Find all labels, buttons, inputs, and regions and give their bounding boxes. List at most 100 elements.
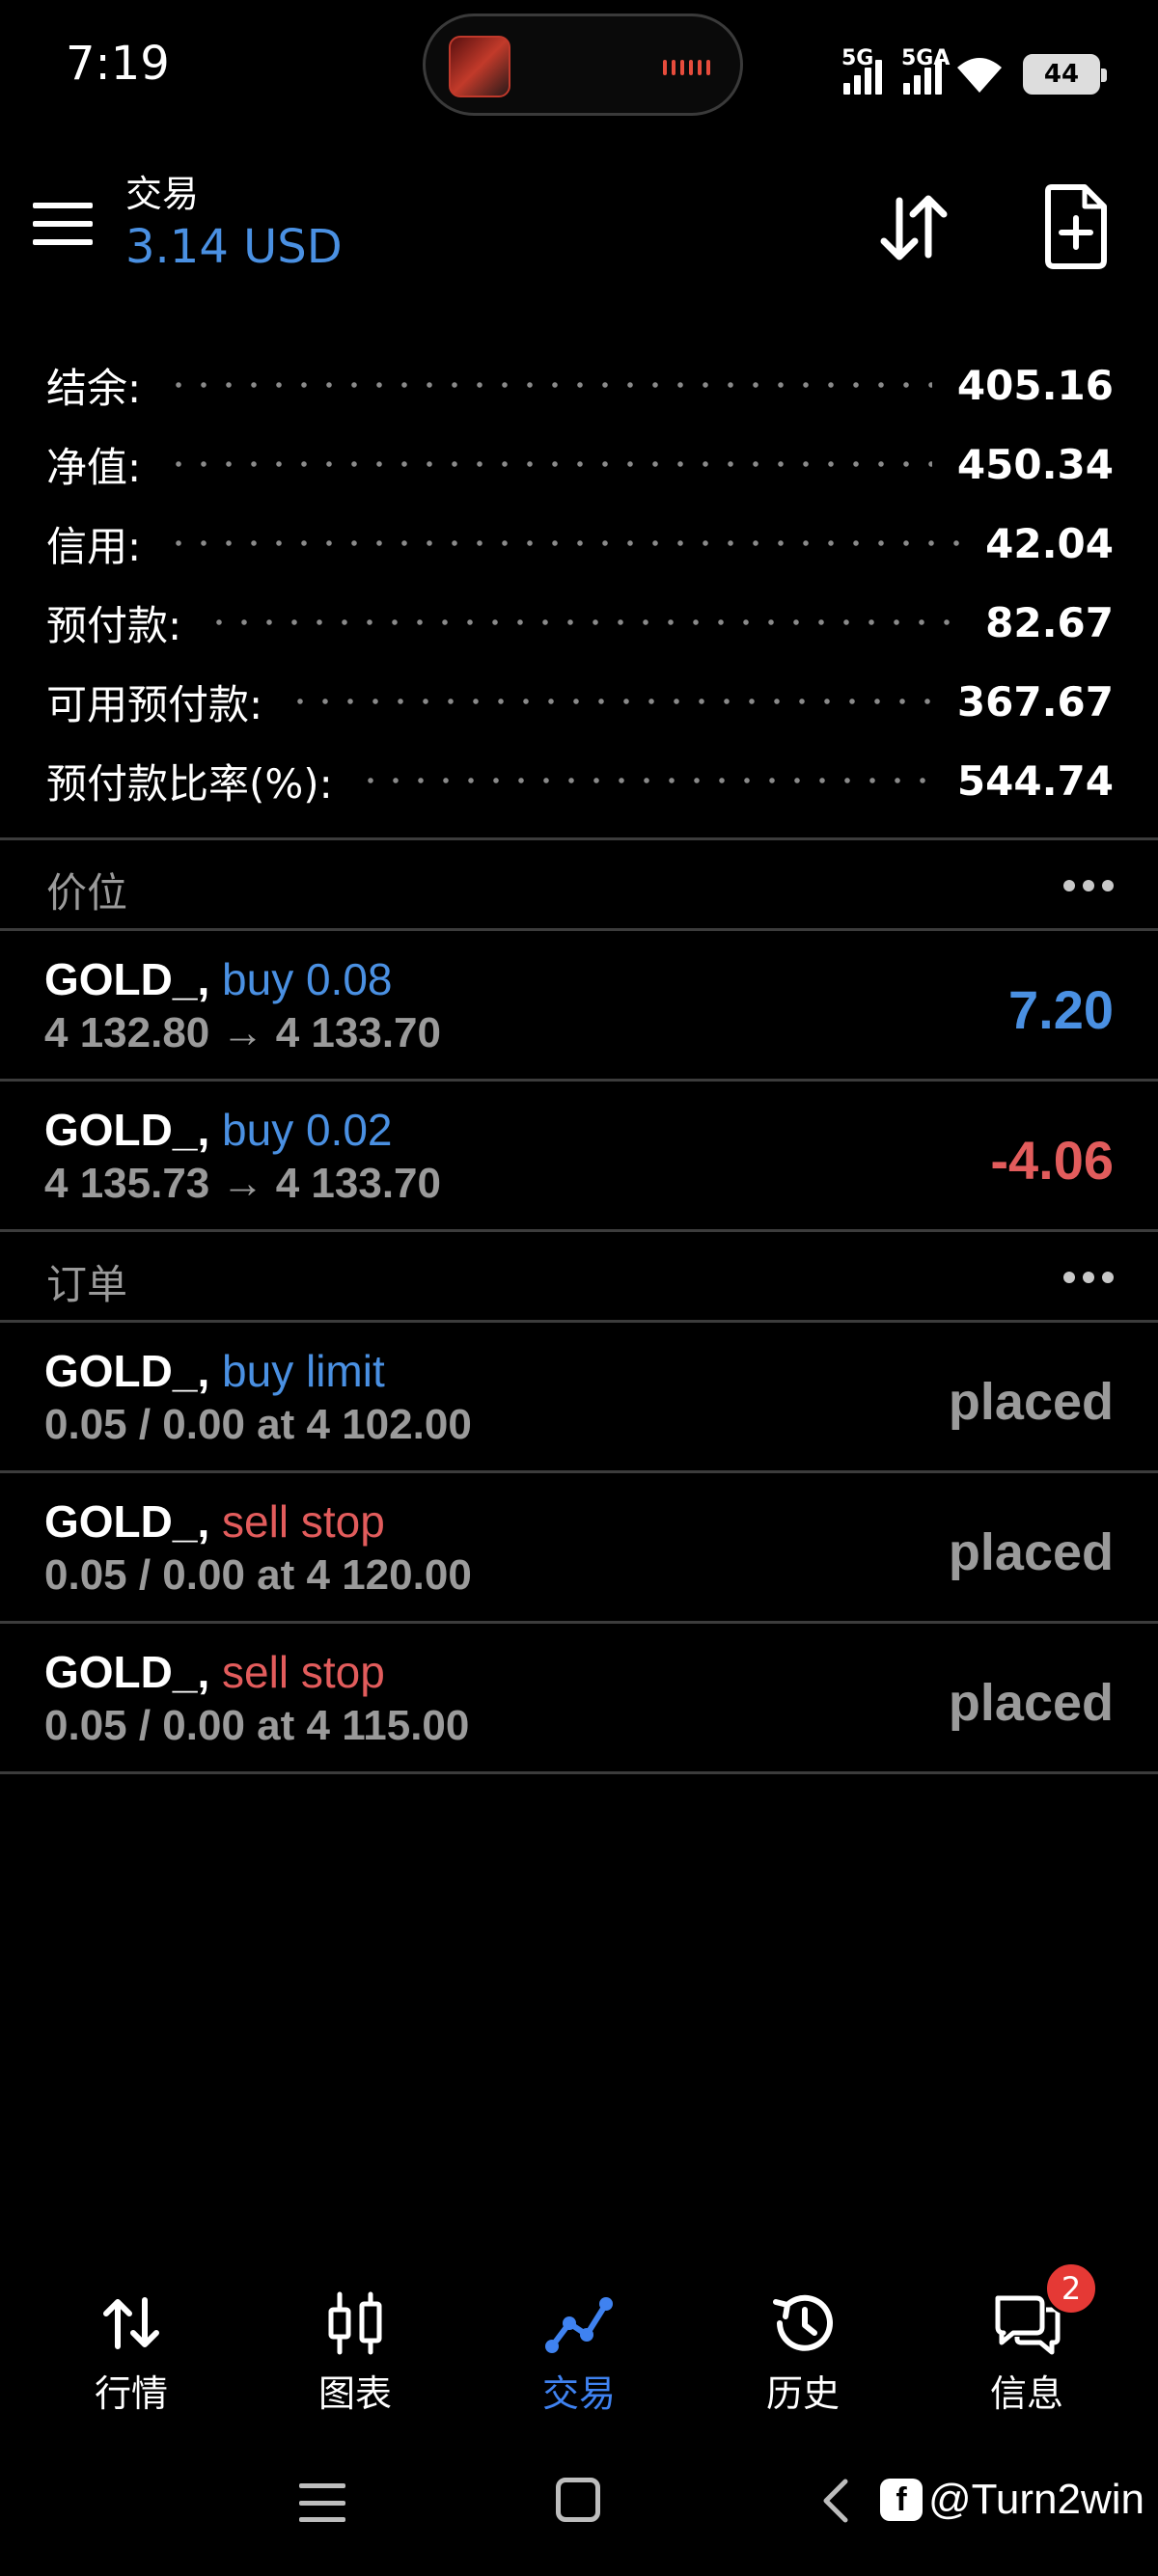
nav-label: 交易 bbox=[541, 2372, 616, 2415]
media-thumbnail bbox=[449, 36, 510, 97]
position-type: buy 0.02 bbox=[222, 1105, 393, 1155]
orders-title: 订单 bbox=[46, 1261, 128, 1308]
menu-icon[interactable] bbox=[33, 203, 93, 245]
order-status: placed bbox=[948, 1373, 1114, 1431]
position-profit: 7.20 bbox=[1008, 979, 1114, 1040]
order-type: buy limit bbox=[222, 1346, 385, 1396]
summary-row-free-margin: 可用预付款: 367.67 bbox=[0, 662, 1158, 741]
order-symbol: GOLD_, bbox=[44, 1647, 210, 1697]
audio-wave-icon bbox=[663, 59, 710, 76]
wifi-icon bbox=[957, 58, 1002, 93]
position-prices: 4 132.80 → 4 133.70 bbox=[44, 1009, 441, 1056]
divider bbox=[0, 1771, 1158, 1774]
nav-label: 信息 bbox=[989, 2372, 1063, 2415]
page-title: 交易 bbox=[125, 173, 200, 215]
back-icon[interactable] bbox=[816, 2474, 855, 2528]
divider bbox=[0, 928, 1158, 931]
nav-label: 行情 bbox=[94, 2372, 168, 2415]
order-type: sell stop bbox=[222, 1647, 385, 1697]
sort-icon[interactable] bbox=[872, 187, 953, 268]
quotes-arrows-icon bbox=[103, 2297, 159, 2349]
order-row[interactable]: GOLD_, sell stop 0.05 / 0.00 at 4 115.00… bbox=[0, 1625, 1158, 1775]
order-row[interactable]: GOLD_, buy limit 0.05 / 0.00 at 4 102.00… bbox=[0, 1324, 1158, 1474]
order-type: sell stop bbox=[222, 1496, 385, 1547]
order-symbol: GOLD_, bbox=[44, 1496, 210, 1547]
divider bbox=[0, 1621, 1158, 1624]
dot-leader bbox=[166, 461, 932, 467]
nav-item-trade[interactable]: 交易 bbox=[482, 2267, 676, 2422]
system-nav-bar: f @Turn2win bbox=[0, 2451, 1158, 2557]
trade-line-icon bbox=[545, 2297, 613, 2353]
more-options-icon[interactable] bbox=[1063, 1272, 1114, 1283]
divider bbox=[0, 1229, 1158, 1232]
new-order-icon[interactable] bbox=[1042, 183, 1110, 270]
dot-leader bbox=[166, 540, 961, 546]
order-row[interactable]: GOLD_, sell stop 0.05 / 0.00 at 4 120.00… bbox=[0, 1474, 1158, 1625]
more-options-icon[interactable] bbox=[1063, 880, 1114, 891]
divider bbox=[0, 1470, 1158, 1473]
dynamic-island[interactable] bbox=[423, 14, 743, 116]
summary-label: 可用预付款: bbox=[46, 680, 263, 728]
notification-badge: 2 bbox=[1044, 2261, 1098, 2316]
nav-item-quotes[interactable]: 行情 bbox=[35, 2267, 228, 2422]
dot-leader bbox=[288, 699, 932, 704]
summary-value: 450.34 bbox=[956, 440, 1114, 488]
nav-item-messages[interactable]: 2 信息 bbox=[930, 2261, 1123, 2422]
account-summary: 结余: 405.16 净值: 450.34 信用: 42.04 预付款: 82.… bbox=[0, 345, 1158, 820]
positions-title: 价位 bbox=[46, 869, 128, 917]
summary-row-margin: 预付款: 82.67 bbox=[0, 583, 1158, 662]
summary-value: 42.04 bbox=[985, 519, 1114, 567]
order-detail: 0.05 / 0.00 at 4 115.00 bbox=[44, 1702, 470, 1749]
nav-label: 图表 bbox=[317, 2372, 392, 2415]
summary-row-equity: 净值: 450.34 bbox=[0, 425, 1158, 504]
position-symbol: GOLD_, bbox=[44, 1105, 210, 1155]
signal-icon: 5G bbox=[841, 46, 882, 95]
summary-row-credit: 信用: 42.04 bbox=[0, 504, 1158, 583]
watermark: f @Turn2win bbox=[880, 2476, 1144, 2524]
facebook-icon: f bbox=[880, 2479, 923, 2521]
dot-leader bbox=[207, 619, 961, 625]
divider bbox=[0, 1079, 1158, 1082]
summary-row-margin-level: 预付款比率(%): 544.74 bbox=[0, 741, 1158, 820]
position-symbol: GOLD_, bbox=[44, 954, 210, 1004]
status-bar: 7:19 5G 5GA 44 bbox=[0, 0, 1158, 135]
nav-item-history[interactable]: 历史 bbox=[706, 2267, 899, 2422]
summary-label: 净值: bbox=[46, 443, 142, 491]
orders-section-header: 订单 bbox=[0, 1233, 1158, 1322]
app-header: 交易 3.14 USD bbox=[0, 154, 1158, 299]
summary-value: 82.67 bbox=[985, 598, 1114, 646]
summary-label: 预付款比率(%): bbox=[46, 759, 333, 808]
status-time: 7:19 bbox=[66, 37, 170, 91]
summary-label: 预付款: bbox=[46, 601, 182, 649]
position-profit: -4.06 bbox=[990, 1130, 1114, 1191]
nav-label: 历史 bbox=[765, 2372, 840, 2415]
signal-icon: 5GA bbox=[901, 46, 950, 95]
bottom-nav: 行情 图表 交易 历史 2 信息 bbox=[0, 2261, 1158, 2422]
home-icon[interactable] bbox=[556, 2478, 600, 2522]
summary-value: 544.74 bbox=[956, 756, 1114, 805]
dot-leader bbox=[166, 382, 932, 388]
summary-row-balance: 结余: 405.16 bbox=[0, 345, 1158, 425]
nav-item-charts[interactable]: 图表 bbox=[259, 2267, 452, 2422]
position-prices: 4 135.73 → 4 133.70 bbox=[44, 1160, 441, 1207]
order-detail: 0.05 / 0.00 at 4 102.00 bbox=[44, 1401, 472, 1448]
positions-section-header: 价位 bbox=[0, 841, 1158, 930]
position-row[interactable]: GOLD_, buy 0.08 4 132.80 → 4 133.70 7.20 bbox=[0, 932, 1158, 1082]
dot-leader bbox=[357, 778, 932, 783]
divider bbox=[0, 837, 1158, 840]
recent-apps-icon[interactable] bbox=[299, 2483, 345, 2522]
order-symbol: GOLD_, bbox=[44, 1346, 210, 1396]
system-icons: 5G 5GA 44 bbox=[841, 37, 1107, 95]
order-status: placed bbox=[948, 1523, 1114, 1581]
summary-label: 信用: bbox=[46, 522, 142, 570]
summary-value: 367.67 bbox=[956, 677, 1114, 726]
watermark-text: @Turn2win bbox=[928, 2476, 1144, 2523]
order-status: placed bbox=[948, 1674, 1114, 1732]
summary-value: 405.16 bbox=[956, 361, 1114, 409]
summary-label: 结余: bbox=[46, 364, 142, 412]
position-row[interactable]: GOLD_, buy 0.02 4 135.73 → 4 133.70 -4.0… bbox=[0, 1082, 1158, 1233]
position-type: buy 0.08 bbox=[222, 954, 393, 1004]
candlestick-chart-icon bbox=[328, 2291, 382, 2355]
order-detail: 0.05 / 0.00 at 4 120.00 bbox=[44, 1551, 472, 1599]
history-clock-icon bbox=[773, 2294, 833, 2351]
